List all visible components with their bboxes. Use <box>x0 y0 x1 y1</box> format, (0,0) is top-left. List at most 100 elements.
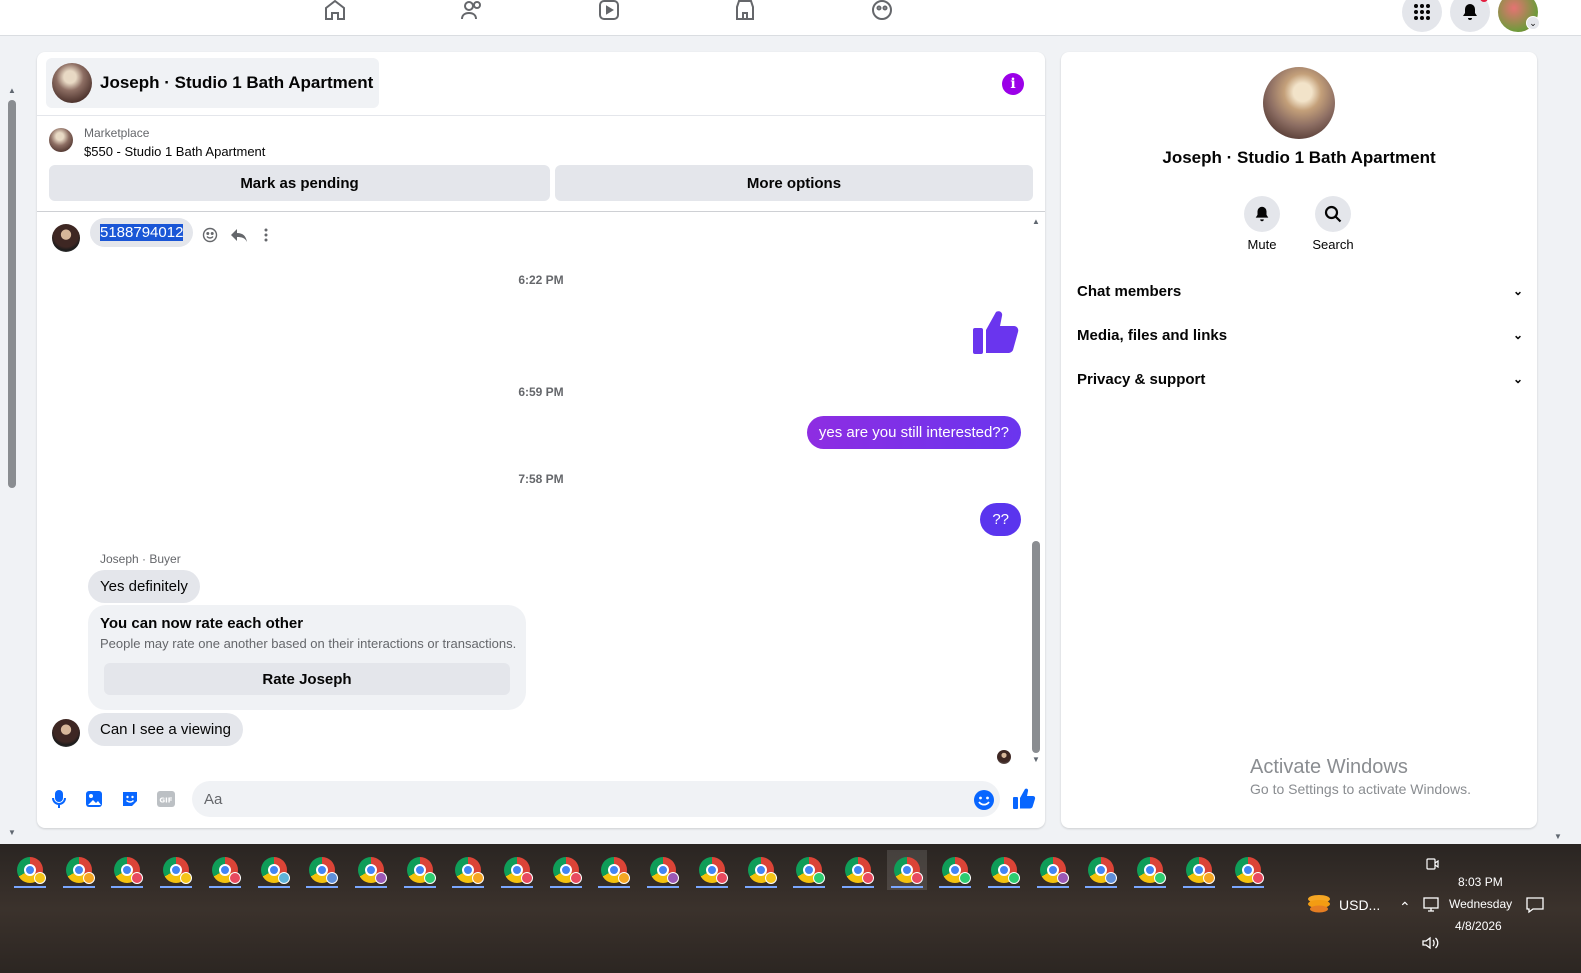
profile-badge-icon <box>180 872 193 884</box>
meet-now-icon[interactable] <box>1424 856 1440 872</box>
taskbar-chrome-window[interactable] <box>1081 850 1121 890</box>
chevron-up-icon[interactable]: ⌃ <box>1399 899 1411 916</box>
profile-badge-icon <box>228 872 241 884</box>
taskbar-chrome-window[interactable] <box>156 850 196 890</box>
scroll-up-arrow-icon[interactable]: ▲ <box>1032 217 1040 226</box>
taskbar-chrome-window[interactable] <box>448 850 488 890</box>
activate-windows-watermark: Activate Windows <box>1250 756 1408 778</box>
running-indicator <box>62 886 95 888</box>
taskbar-chrome-window[interactable] <box>741 850 781 890</box>
scroll-down-arrow-icon[interactable]: ▼ <box>1554 832 1562 841</box>
message-bubble-phone[interactable]: 5188794012 <box>90 218 194 247</box>
taskbar-chrome-window[interactable] <box>643 850 683 890</box>
photo-icon[interactable] <box>83 788 105 810</box>
clock-date[interactable]: 4/8/2026 <box>1455 919 1502 933</box>
marketplace-banner: Marketplace $550 - Studio 1 Bath Apartme… <box>37 116 1045 212</box>
taskbar-chrome-window[interactable] <box>886 850 927 890</box>
thumbs-up-send-icon[interactable] <box>1012 787 1036 811</box>
taskbar-chrome-window[interactable] <box>546 850 586 890</box>
media-files-links-section[interactable]: Media, files and links ⌄ <box>1077 317 1523 353</box>
contact-avatar[interactable] <box>52 224 80 252</box>
emoji-icon[interactable] <box>973 789 995 811</box>
taskbar-chrome-window[interactable] <box>1130 850 1170 890</box>
profile-badge-icon <box>1008 872 1020 884</box>
reply-icon[interactable] <box>229 225 249 245</box>
notifications-bell-icon[interactable] <box>1450 0 1490 32</box>
taskbar-chrome-window[interactable] <box>59 850 99 890</box>
privacy-support-section[interactable]: Privacy & support ⌄ <box>1077 361 1523 397</box>
taskbar-chrome-window[interactable] <box>594 850 634 890</box>
info-icon[interactable]: i <box>1002 73 1024 95</box>
chat-scrollbar[interactable]: ▲ ▼ <box>1031 217 1041 765</box>
taskbar-chrome-window[interactable] <box>254 850 294 890</box>
listing-title[interactable]: $550 - Studio 1 Bath Apartment <box>84 144 265 159</box>
rate-joseph-button[interactable]: Rate Joseph <box>104 663 510 695</box>
taskbar-chrome-window[interactable] <box>1033 850 1073 890</box>
profile-badge-icon <box>861 872 874 884</box>
taskbar-chrome-window[interactable] <box>351 850 391 890</box>
profile-badge-icon <box>82 872 95 884</box>
profile-badge-icon <box>423 872 436 884</box>
marketplace-icon[interactable] <box>731 0 759 24</box>
microphone-icon[interactable] <box>48 788 70 810</box>
taskbar-chrome-window[interactable] <box>302 850 342 890</box>
taskbar-chrome-window[interactable] <box>984 850 1024 890</box>
chat-title-button[interactable]: Joseph · Studio 1 Bath Apartment <box>46 58 380 108</box>
listing-thumbnail[interactable] <box>49 128 73 152</box>
search-button[interactable]: Search <box>1303 196 1363 252</box>
volume-icon[interactable] <box>1422 936 1440 950</box>
notification-center-icon[interactable] <box>1526 896 1544 914</box>
taskbar-chrome-window[interactable] <box>400 850 440 890</box>
profile-badge-icon <box>326 872 339 884</box>
taskbar-chrome-window[interactable] <box>1179 850 1219 890</box>
message-bubble-incoming[interactable]: Can I see a viewing <box>88 713 243 746</box>
account-avatar[interactable]: ⌄ <box>1498 0 1540 32</box>
scroll-down-arrow-icon[interactable]: ▼ <box>8 828 16 837</box>
message-bubble-incoming[interactable]: Yes definitely <box>88 570 200 603</box>
scroll-down-arrow-icon[interactable]: ▼ <box>1032 755 1040 764</box>
thumbs-up-sticker-icon <box>971 306 1023 358</box>
more-vertical-icon[interactable] <box>256 225 276 245</box>
network-icon[interactable] <box>1423 897 1441 913</box>
conversation-avatar[interactable] <box>1263 67 1335 139</box>
clock-time[interactable]: 8:03 PM <box>1458 875 1503 889</box>
tray-app-label[interactable]: USD... <box>1339 897 1380 913</box>
more-options-button[interactable]: More options <box>555 165 1033 201</box>
chat-scrollbar-thumb[interactable] <box>1032 541 1040 753</box>
gaming-icon[interactable] <box>868 0 896 24</box>
message-bubble-outgoing[interactable]: yes are you still interested?? <box>806 416 1021 449</box>
running-indicator <box>890 886 923 888</box>
contact-avatar[interactable] <box>52 719 80 747</box>
taskbar-chrome-window[interactable] <box>935 850 975 890</box>
chevron-down-icon: ⌄ <box>1512 372 1523 386</box>
taskbar-chrome-window[interactable] <box>838 850 878 890</box>
chat-members-section[interactable]: Chat members ⌄ <box>1077 273 1523 309</box>
profile-badge-icon <box>1056 872 1069 884</box>
running-indicator <box>549 886 582 888</box>
taskbar-chrome-window[interactable] <box>497 850 537 890</box>
mark-as-pending-button[interactable]: Mark as pending <box>49 165 550 201</box>
usd-tray-app-icon[interactable] <box>1306 894 1332 916</box>
friends-icon[interactable] <box>458 0 486 24</box>
taskbar-chrome-window[interactable] <box>205 850 245 890</box>
clock-day[interactable]: Wednesday <box>1449 897 1512 911</box>
home-icon[interactable] <box>321 0 349 24</box>
taskbar-chrome-window[interactable] <box>789 850 829 890</box>
sticker-icon[interactable] <box>119 788 141 810</box>
taskbar-chrome-window[interactable] <box>1228 850 1268 890</box>
taskbar-chrome-window[interactable] <box>692 850 732 890</box>
page-scrollbar-thumb[interactable] <box>8 100 16 488</box>
taskbar-chrome-window[interactable] <box>107 850 147 890</box>
mute-button[interactable]: Mute <box>1232 196 1292 252</box>
gif-icon[interactable]: GIF <box>155 788 177 810</box>
message-bubble-outgoing[interactable]: ?? <box>980 503 1021 536</box>
running-indicator <box>14 886 46 888</box>
menu-grid-icon[interactable] <box>1402 0 1442 32</box>
message-input[interactable] <box>192 781 1000 817</box>
chat-panel: Joseph · Studio 1 Bath Apartment i Marke… <box>37 52 1045 828</box>
scroll-up-arrow-icon[interactable]: ▲ <box>8 86 16 95</box>
video-icon[interactable] <box>595 0 623 24</box>
page-scrollbar[interactable]: ▲ ▼ <box>4 86 16 838</box>
taskbar-chrome-window[interactable] <box>10 850 50 890</box>
react-emoji-icon[interactable] <box>200 225 220 245</box>
